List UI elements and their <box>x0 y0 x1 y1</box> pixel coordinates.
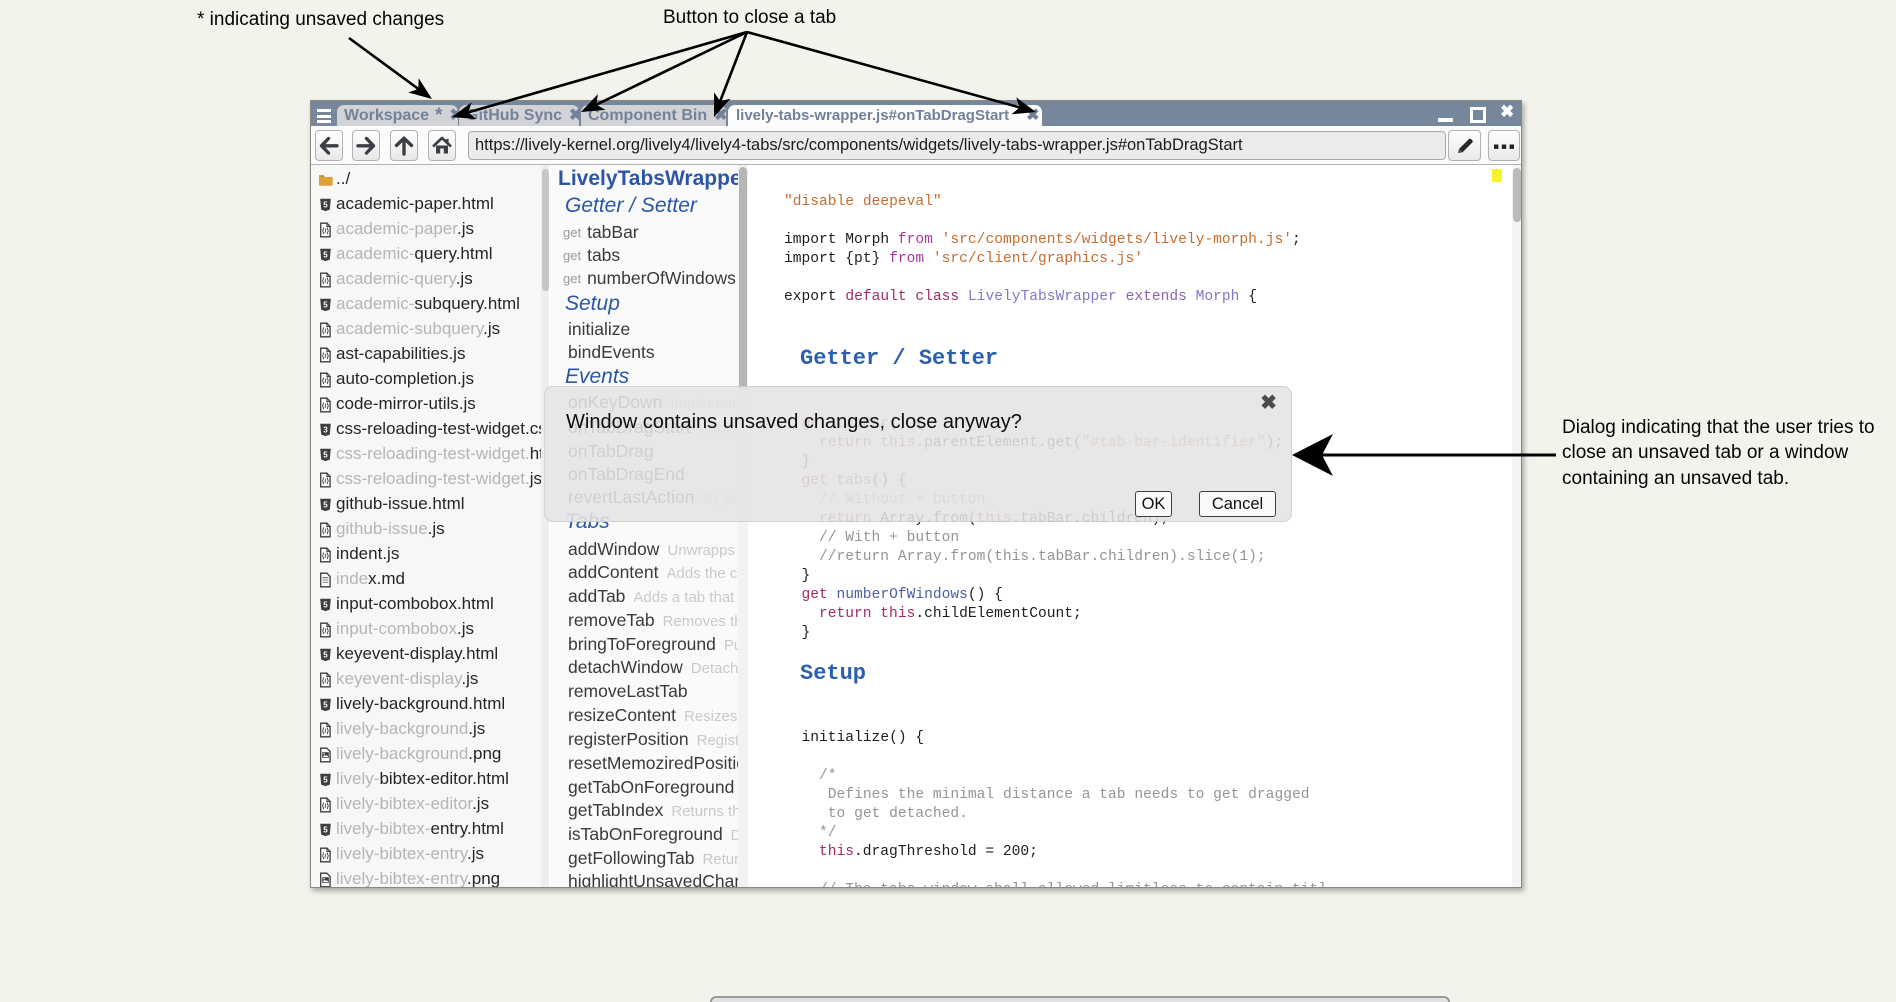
svg-text:⟨/⟩: ⟨/⟩ <box>322 277 330 285</box>
svg-text:⟨/⟩: ⟨/⟩ <box>322 327 330 335</box>
svg-text:5: 5 <box>323 775 328 784</box>
svg-text:5: 5 <box>323 250 328 259</box>
svg-text:5: 5 <box>323 500 328 509</box>
svg-text:5: 5 <box>323 300 328 309</box>
svg-text:⟨/⟩: ⟨/⟩ <box>322 677 330 685</box>
svg-text:⟨/⟩: ⟨/⟩ <box>322 527 330 535</box>
svg-text:3: 3 <box>323 425 328 434</box>
svg-text:⟨/⟩: ⟨/⟩ <box>322 477 330 485</box>
svg-text:⟨/⟩: ⟨/⟩ <box>322 627 330 635</box>
svg-text:⟨/⟩: ⟨/⟩ <box>322 802 330 810</box>
svg-text:5: 5 <box>323 200 328 209</box>
svg-text:⟨/⟩: ⟨/⟩ <box>322 227 330 235</box>
svg-text:5: 5 <box>323 600 328 609</box>
svg-text:⟨/⟩: ⟨/⟩ <box>322 852 330 860</box>
svg-text:5: 5 <box>323 650 328 659</box>
svg-text:5: 5 <box>323 450 328 459</box>
svg-text:⟨/⟩: ⟨/⟩ <box>322 552 330 560</box>
svg-text:5: 5 <box>323 700 328 709</box>
svg-text:⟨/⟩: ⟨/⟩ <box>322 402 330 410</box>
svg-text:⟨/⟩: ⟨/⟩ <box>322 727 330 735</box>
svg-text:5: 5 <box>323 825 328 834</box>
svg-text:⟨/⟩: ⟨/⟩ <box>322 352 330 360</box>
svg-text:⟨/⟩: ⟨/⟩ <box>322 377 330 385</box>
